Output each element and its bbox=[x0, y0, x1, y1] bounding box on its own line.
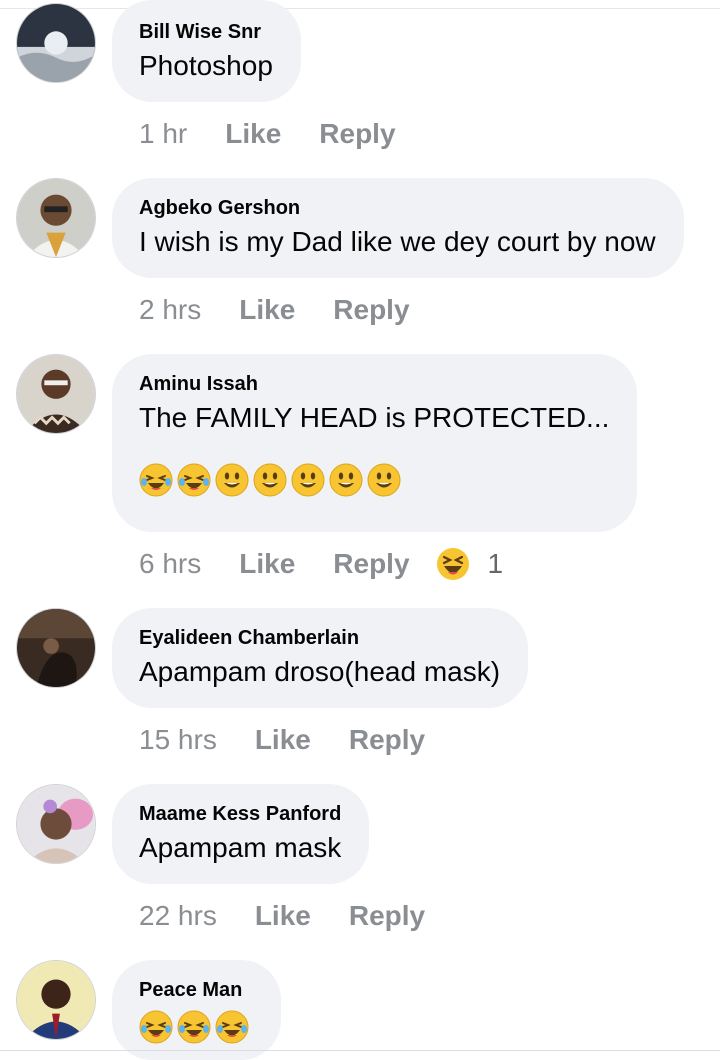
avatar[interactable] bbox=[16, 784, 96, 864]
emoji-row bbox=[139, 1010, 253, 1044]
reply-button[interactable]: Reply bbox=[349, 900, 425, 932]
comment-bubble: Agbeko Gershon I wish is my Dad like we … bbox=[112, 178, 684, 278]
comment-text: The FAMILY HEAD is PROTECTED... bbox=[139, 402, 610, 433]
author-name[interactable]: Aminu Issah bbox=[139, 372, 609, 396]
author-name[interactable]: Agbeko Gershon bbox=[139, 196, 656, 220]
timestamp[interactable]: 15 hrs bbox=[139, 724, 217, 756]
timestamp[interactable]: 2 hrs bbox=[139, 294, 201, 326]
laughing-tears-emoji-icon bbox=[139, 1010, 173, 1044]
smiley-emoji-icon bbox=[329, 463, 363, 497]
like-button[interactable]: Like bbox=[239, 548, 295, 580]
top-divider bbox=[0, 8, 720, 9]
reaction-count: 1 bbox=[487, 548, 504, 579]
avatar[interactable] bbox=[16, 354, 96, 434]
author-name[interactable]: Maame Kess Panford bbox=[139, 802, 341, 826]
avatar[interactable] bbox=[16, 3, 96, 83]
comment-actions: 15 hrs Like Reply bbox=[139, 722, 425, 758]
timestamp[interactable]: 6 hrs bbox=[139, 548, 201, 580]
smiley-emoji-icon bbox=[215, 463, 249, 497]
comment-actions: 1 hr Like Reply bbox=[139, 116, 396, 152]
like-button[interactable]: Like bbox=[255, 724, 311, 756]
timestamp[interactable]: 22 hrs bbox=[139, 900, 217, 932]
comment-text: I wish is my Dad like we dey court by no… bbox=[139, 226, 656, 257]
like-button[interactable]: Like bbox=[255, 900, 311, 932]
emoji-row bbox=[139, 463, 609, 497]
comment-actions: 6 hrs Like Reply 1 bbox=[139, 546, 503, 582]
author-name[interactable]: Bill Wise Snr bbox=[139, 20, 273, 44]
timestamp[interactable]: 1 hr bbox=[139, 118, 187, 150]
comment-text: Apampam droso(head mask) bbox=[139, 656, 501, 687]
laughing-tears-emoji-icon bbox=[215, 1010, 249, 1044]
smiley-emoji-icon bbox=[253, 463, 287, 497]
reply-button[interactable]: Reply bbox=[333, 548, 409, 580]
comment-bubble: Eyalideen Chamberlain Apampam droso(head… bbox=[112, 608, 529, 708]
haha-reaction-icon bbox=[436, 547, 470, 581]
avatar[interactable] bbox=[16, 608, 96, 688]
bottom-divider bbox=[0, 1050, 720, 1051]
comment-bubble: Peace Man bbox=[112, 960, 281, 1060]
comment-text: Photoshop bbox=[139, 50, 273, 81]
reply-button[interactable]: Reply bbox=[349, 724, 425, 756]
comment-actions: 22 hrs Like Reply bbox=[139, 898, 425, 934]
reaction-summary[interactable]: 1 bbox=[436, 547, 504, 581]
laughing-tears-emoji-icon bbox=[177, 1010, 211, 1044]
smiley-emoji-icon bbox=[367, 463, 401, 497]
smiley-emoji-icon bbox=[291, 463, 325, 497]
author-name[interactable]: Eyalideen Chamberlain bbox=[139, 626, 500, 650]
comment-bubble: Maame Kess Panford Apampam mask bbox=[112, 784, 370, 884]
laughing-tears-emoji-icon bbox=[139, 463, 173, 497]
reply-button[interactable]: Reply bbox=[333, 294, 409, 326]
comment-bubble: Aminu Issah The FAMILY HEAD is PROTECTED… bbox=[112, 354, 638, 532]
author-name[interactable]: Peace Man bbox=[139, 978, 253, 1002]
laughing-tears-emoji-icon bbox=[177, 463, 211, 497]
reply-button[interactable]: Reply bbox=[319, 118, 395, 150]
like-button[interactable]: Like bbox=[239, 294, 295, 326]
avatar[interactable] bbox=[16, 960, 96, 1040]
comment-text: Apampam mask bbox=[139, 832, 342, 863]
comment-bubble: Bill Wise Snr Photoshop bbox=[112, 0, 301, 102]
avatar[interactable] bbox=[16, 178, 96, 258]
like-button[interactable]: Like bbox=[225, 118, 281, 150]
comment-actions: 2 hrs Like Reply bbox=[139, 292, 410, 328]
